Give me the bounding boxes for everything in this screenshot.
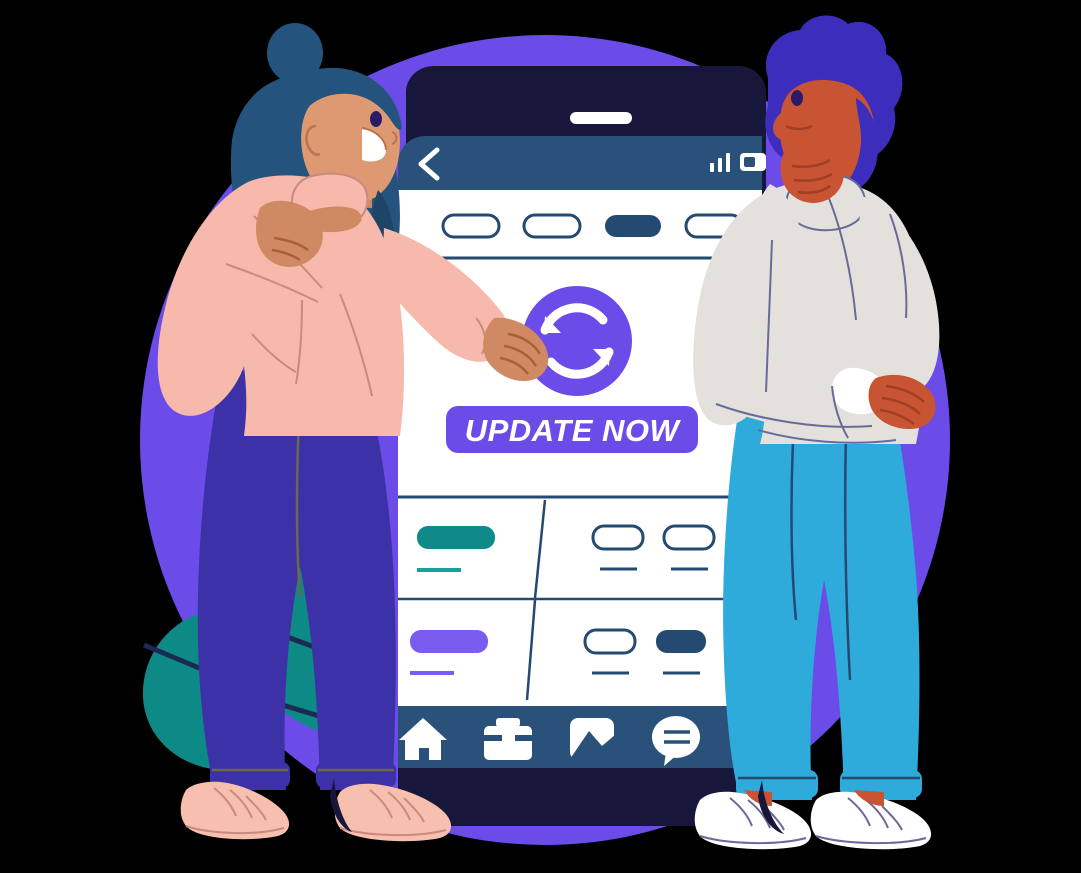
man-arm-right (856, 196, 940, 395)
character-man-arms-crossed (693, 15, 940, 850)
illustration-canvas: UPDATE NOW (0, 0, 1081, 873)
man-shoe-left (694, 791, 812, 850)
man-eye (791, 90, 803, 106)
